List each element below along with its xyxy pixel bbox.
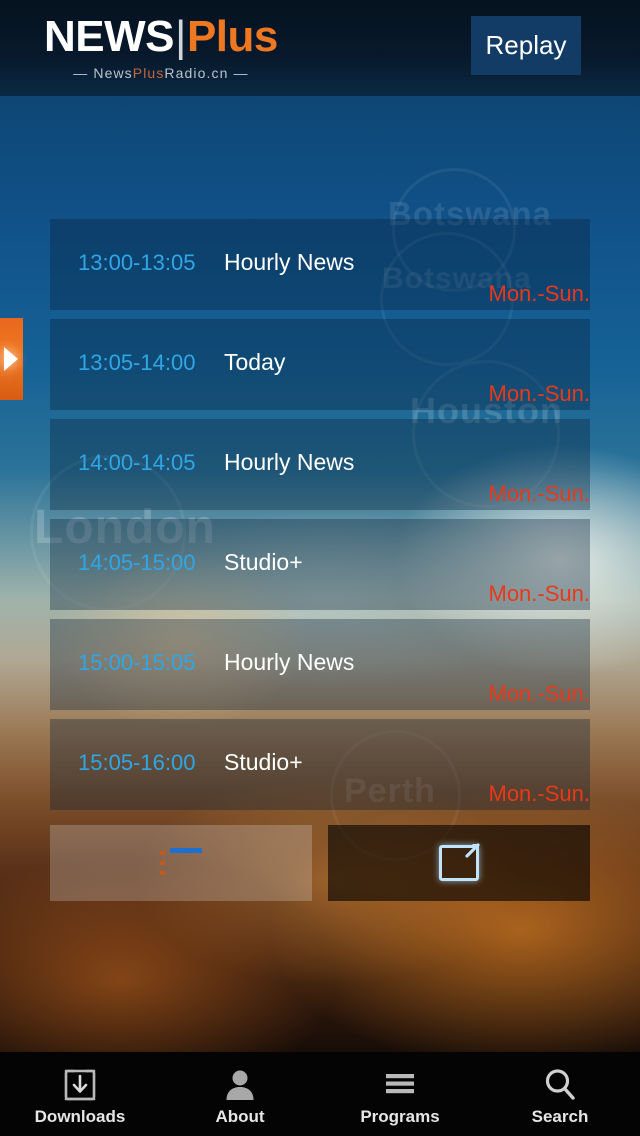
table-row[interactable]: 13:05-14:00 Today Mon.-Sun.: [50, 319, 590, 410]
share-button[interactable]: [328, 825, 590, 901]
program-title: Hourly News: [224, 449, 355, 475]
program-title: Hourly News: [224, 649, 355, 675]
program-time: 15:00-15:05: [78, 650, 196, 675]
action-button-bar: [50, 825, 590, 901]
expand-arrow-icon: [3, 347, 18, 371]
program-title: Hourly News: [224, 249, 355, 275]
program-days: Mon.-Sun.: [488, 581, 591, 606]
app-logo: NEWS|Plus — NewsPlusRadio.cn —: [44, 14, 278, 82]
program-title: Studio+: [224, 549, 303, 575]
program-title: Today: [224, 349, 286, 375]
logo-wordmark: NEWS|Plus: [44, 14, 278, 60]
search-icon: [541, 1065, 579, 1105]
tab-label: Downloads: [34, 1107, 126, 1126]
drawer-pull-tab[interactable]: [0, 318, 23, 400]
logo-news-text: NEWS: [44, 12, 175, 61]
tab-label: Programs: [360, 1107, 440, 1126]
table-row[interactable]: 15:00-15:05 Hourly News Mon.-Sun.: [50, 619, 590, 710]
tab-label: About: [215, 1107, 265, 1126]
logo-tagline: — NewsPlusRadio.cn —: [44, 65, 278, 81]
download-icon: [61, 1065, 99, 1105]
tagline-prefix: — News: [73, 65, 133, 81]
table-row[interactable]: 14:00-14:05 Hourly News Mon.-Sun.: [50, 419, 590, 510]
program-time: 13:00-13:05: [78, 250, 196, 275]
arrow-out-icon: [463, 840, 483, 860]
hamburger-icon: [381, 1065, 419, 1105]
tagline-suffix: Radio.cn —: [164, 65, 249, 81]
app-screen: Botswana Botswana Houston London Perth N…: [0, 0, 640, 1136]
tab-downloads[interactable]: Downloads: [0, 1052, 160, 1136]
tab-programs[interactable]: Programs: [320, 1052, 480, 1136]
program-time: 14:05-15:00: [78, 550, 196, 575]
replay-button[interactable]: Replay: [471, 16, 581, 75]
bottom-tab-bar: Downloads About Programs Search: [0, 1052, 640, 1136]
program-days: Mon.-Sun.: [488, 481, 591, 506]
tab-search[interactable]: Search: [480, 1052, 640, 1136]
logo-plus-text: Plus: [186, 12, 278, 61]
program-days: Mon.-Sun.: [488, 281, 591, 306]
schedule-list: 13:00-13:05 Hourly News Mon.-Sun. 13:05-…: [50, 219, 590, 819]
program-days: Mon.-Sun.: [488, 681, 591, 706]
program-days: Mon.-Sun.: [488, 781, 591, 806]
program-title: Studio+: [224, 749, 303, 775]
tab-label: Search: [531, 1107, 589, 1126]
tagline-plus: Plus: [132, 65, 165, 81]
program-time: 13:05-14:00: [78, 350, 196, 375]
playlist-button[interactable]: [50, 825, 312, 901]
tab-about[interactable]: About: [160, 1052, 320, 1136]
share-external-icon: [439, 843, 480, 881]
table-row[interactable]: 13:00-13:05 Hourly News Mon.-Sun.: [50, 219, 590, 310]
person-icon: [221, 1065, 259, 1105]
table-row[interactable]: 15:05-16:00 Studio+ Mon.-Sun.: [50, 719, 590, 810]
table-row[interactable]: 14:05-15:00 Studio+ Mon.-Sun.: [50, 519, 590, 610]
program-days: Mon.-Sun.: [488, 381, 591, 406]
list-icon: [160, 848, 202, 878]
program-time: 15:05-16:00: [78, 750, 196, 775]
logo-divider: |: [175, 12, 186, 61]
program-time: 14:00-14:05: [78, 450, 196, 475]
app-header: NEWS|Plus — NewsPlusRadio.cn — Replay: [0, 0, 640, 96]
